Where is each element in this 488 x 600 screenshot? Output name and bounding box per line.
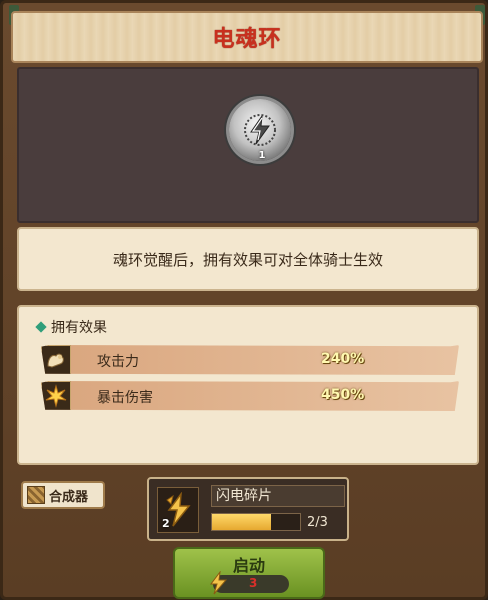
effect-label: 暴击伤害 [97,390,153,406]
material-progress-text: 2/3 [307,515,328,530]
crate-icon [27,486,45,504]
effects-title: 拥有效果 [51,320,107,336]
material-name: 闪电碎片 [211,485,345,507]
ring-icon-area: 1 [17,67,479,223]
title-banner: 电魂环 [11,11,483,63]
cost-value: 3 [249,576,258,590]
muscle-arm-icon [41,345,71,375]
effect-value: 450% [321,387,365,403]
description-text: 魂环觉醒后，拥有效果可对全体骑士生效 [112,250,383,269]
effect-value: 240% [321,351,365,367]
lightning-ring-badge[interactable]: 1 [229,99,291,161]
synthesizer-button[interactable]: 合成器 [21,481,105,509]
effect-row-crit-damage: 暴击伤害 450% [41,381,459,411]
effects-panel: 拥有效果 攻击力 240% 暴击伤害 450% [17,305,479,465]
effect-label: 攻击力 [97,354,139,370]
description-box: 魂环觉醒后，拥有效果可对全体骑士生效 [17,227,479,291]
cost-pill: 3 [210,571,289,595]
page-title: 电魂环 [212,27,282,52]
critical-burst-icon [41,381,71,411]
lightning-icon [244,114,276,146]
start-button-label: 启动 [232,556,265,575]
shard-icon [210,571,228,595]
diamond-icon [35,321,47,333]
material-slot[interactable]: 2 闪电碎片 2/3 [147,477,349,541]
badge-level: 1 [258,150,266,161]
lightning-shard-icon: 2 [157,487,199,533]
material-progress-bar [211,513,301,531]
start-button[interactable]: 启动 3 [173,547,325,599]
effects-header: 拥有效果 [35,317,107,337]
material-count: 2 [162,517,170,530]
material-progress-fill [212,514,271,530]
effect-row-attack: 攻击力 240% [41,345,459,375]
skill-panel: 电魂环 1 魂环觉醒后，拥有效果可对全体骑士生效 拥有效果 攻击力 240% 暴… [0,0,488,600]
synthesizer-label: 合成器 [49,489,89,505]
